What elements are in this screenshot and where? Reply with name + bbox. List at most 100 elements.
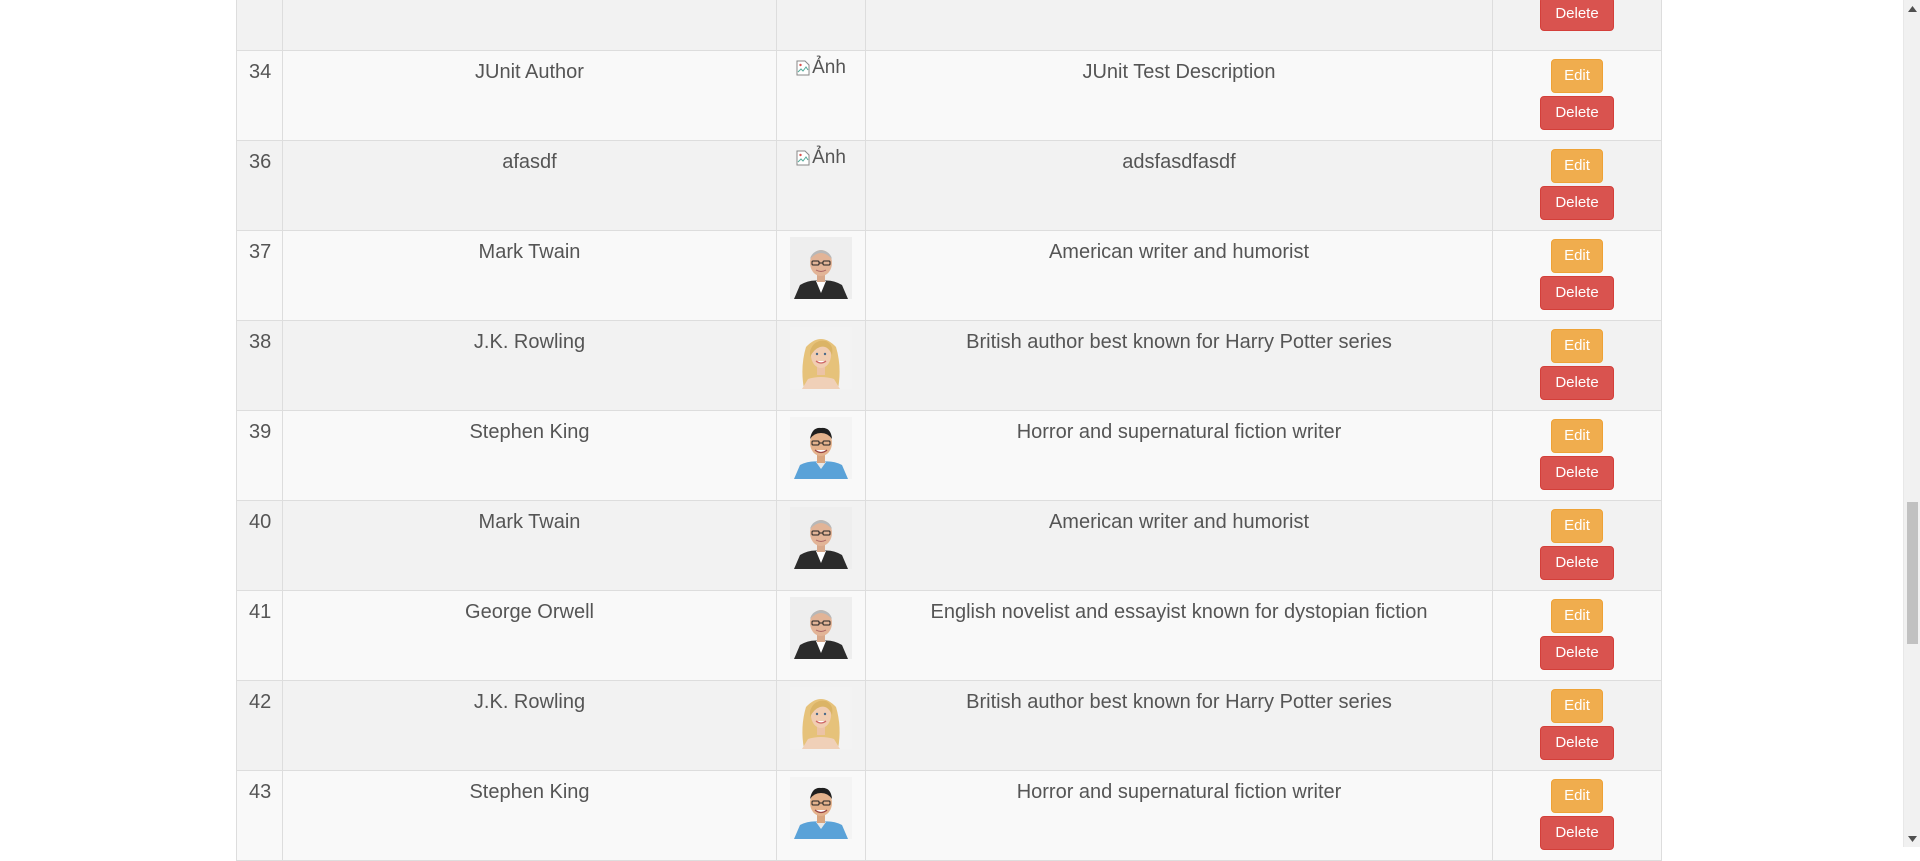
author-id: 39 [249,421,272,443]
author-name-cell: Mark Twain [282,230,777,321]
actions-cell: Edit Delete [1492,590,1662,681]
edit-button[interactable]: Edit [1551,779,1603,813]
author-photo-woman-blonde [790,327,852,389]
author-name: Stephen King [469,781,590,803]
author-id-cell: 43 [236,770,283,861]
author-photo-woman-blonde [790,687,852,749]
table-row: 39 Stephen King Horror and supernatural … [236,410,1662,501]
author-id-cell: 40 [236,500,283,591]
author-name: J.K. Rowling [473,331,586,353]
author-description: Horror and supernatural fiction writer [1016,421,1342,443]
author-description-cell [865,0,1493,51]
author-photo-man-blue-shirt [790,777,852,839]
author-image-cell [776,590,866,681]
author-name-cell: Stephen King [282,410,777,501]
author-id-cell: 39 [236,410,283,501]
scroll-up-arrow-icon[interactable] [1904,0,1920,17]
edit-button[interactable]: Edit [1551,59,1603,93]
author-description-cell: British author best known for Harry Pott… [865,320,1493,411]
edit-button[interactable]: Edit [1551,419,1603,453]
author-name: JUnit Author [475,61,584,83]
delete-button[interactable]: Delete [1540,456,1614,490]
delete-button[interactable]: Delete [1540,546,1614,580]
author-image-cell [776,680,866,771]
delete-button[interactable]: Delete [1540,816,1614,850]
actions-cell: Edit Delete [1492,410,1662,501]
edit-button[interactable]: Edit [1551,149,1603,183]
author-photo-man-suit [790,507,852,569]
delete-button[interactable]: Delete [1540,636,1614,670]
delete-button[interactable]: Delete [1540,96,1614,130]
image-alt-text: Ảnh [812,57,846,78]
author-id-cell: 36 [236,140,283,231]
author-description: American writer and humorist [1048,241,1310,263]
author-description: American writer and humorist [1048,511,1310,533]
table-row: 41 George Orwell English novelist and es… [236,590,1662,681]
author-id-cell: 37 [236,230,283,321]
actions-cell: Edit Delete [1492,770,1662,861]
author-id: 43 [249,781,272,803]
author-description-cell: American writer and humorist [865,500,1493,591]
author-photo-man-suit [790,237,852,299]
actions-cell: Edit Delete [1492,230,1662,321]
author-image-cell [776,320,866,411]
actions-cell: Edit Delete [1492,680,1662,771]
scrollbar-thumb[interactable] [1907,502,1918,644]
author-description: British author best known for Harry Pott… [966,691,1392,713]
delete-button[interactable]: Delete [1540,0,1614,31]
author-id: 37 [249,241,272,263]
author-id: 34 [249,61,272,83]
table-row: 37 Mark Twain American writer and humori… [236,230,1662,321]
author-image-cell [776,500,866,591]
actions-cell: Edit Delete [1492,140,1662,231]
author-name: Mark Twain [478,511,581,533]
image-alt-text: Ảnh [812,147,846,168]
delete-button[interactable]: Delete [1540,366,1614,400]
actions-cell: Edit Delete [1492,320,1662,411]
edit-button[interactable]: Edit [1551,329,1603,363]
table-row: 43 Stephen King Horror and supernatural … [236,770,1662,861]
delete-button[interactable]: Delete [1540,276,1614,310]
author-photo-man-suit [790,597,852,659]
author-description: adsfasdfasdf [1122,151,1236,173]
author-description-cell: adsfasdfasdf [865,140,1493,231]
table-row: 42 J.K. Rowling British author best know… [236,680,1662,771]
author-name: afasdf [502,151,557,173]
author-name-cell: J.K. Rowling [282,680,777,771]
author-id: 38 [249,331,272,353]
delete-button[interactable]: Delete [1540,186,1614,220]
table-row: 38 J.K. Rowling British author best know… [236,320,1662,411]
edit-button[interactable]: Edit [1551,599,1603,633]
author-id-cell [236,0,283,51]
author-description-cell: British author best known for Harry Pott… [865,680,1493,771]
author-image-cell [776,0,866,51]
author-name-cell: JUnit Author [282,50,777,141]
author-description: JUnit Test Description [1082,61,1276,83]
author-description-cell: English novelist and essayist known for … [865,590,1493,681]
author-description-cell: Horror and supernatural fiction writer [865,410,1493,501]
author-name: George Orwell [465,601,594,623]
author-description-cell: American writer and humorist [865,230,1493,321]
author-image-broken: Ảnh [796,57,846,79]
author-name-cell: J.K. Rowling [282,320,777,411]
edit-button[interactable]: Edit [1551,239,1603,273]
edit-button[interactable]: Edit [1551,509,1603,543]
vertical-scrollbar[interactable] [1903,0,1920,847]
author-description: Horror and supernatural fiction writer [1016,781,1342,803]
delete-button[interactable]: Delete [1540,726,1614,760]
actions-cell: Delete [1492,0,1662,51]
author-image-broken: Ảnh [796,147,846,169]
actions-cell: Edit Delete [1492,50,1662,141]
author-id-cell: 38 [236,320,283,411]
table-row: Delete [236,0,1662,51]
broken-image-icon [796,150,810,166]
author-image-cell [776,410,866,501]
edit-button[interactable]: Edit [1551,689,1603,723]
author-id: 36 [249,151,272,173]
author-description: English novelist and essayist known for … [930,601,1428,623]
table-row: 36 afasdf Ảnh adsfasdfasdf Edit Delete [236,140,1662,231]
author-id: 41 [249,601,272,623]
author-image-cell [776,770,866,861]
scroll-down-arrow-icon[interactable] [1904,830,1920,847]
table-row: 34 JUnit Author Ảnh JUnit Test Descripti… [236,50,1662,141]
